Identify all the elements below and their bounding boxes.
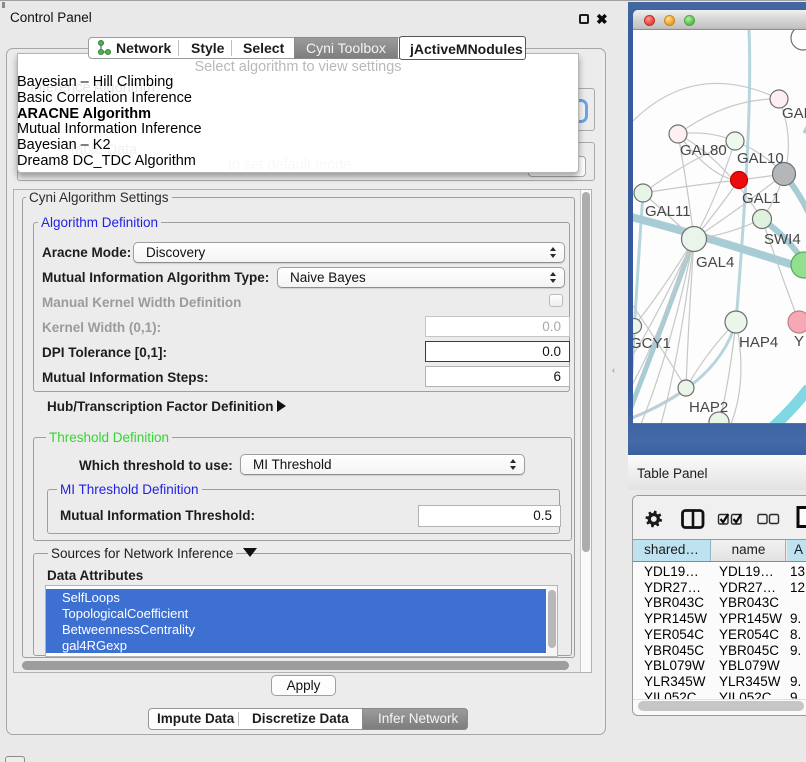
svg-text:GAL80: GAL80 — [680, 142, 727, 159]
svg-text:SWI4: SWI4 — [764, 231, 801, 248]
svg-text:Y: Y — [794, 333, 804, 350]
svg-text:HAP4: HAP4 — [739, 334, 778, 351]
svg-text:GAL4: GAL4 — [696, 254, 734, 271]
svg-text:GAL7: GAL7 — [782, 105, 806, 122]
svg-text:GCY1: GCY1 — [633, 335, 671, 352]
svg-text:GAL11: GAL11 — [645, 203, 691, 220]
svg-text:HAP2: HAP2 — [689, 399, 728, 416]
svg-text:GAL1: GAL1 — [742, 190, 780, 207]
svg-text:GAL10: GAL10 — [737, 150, 784, 167]
